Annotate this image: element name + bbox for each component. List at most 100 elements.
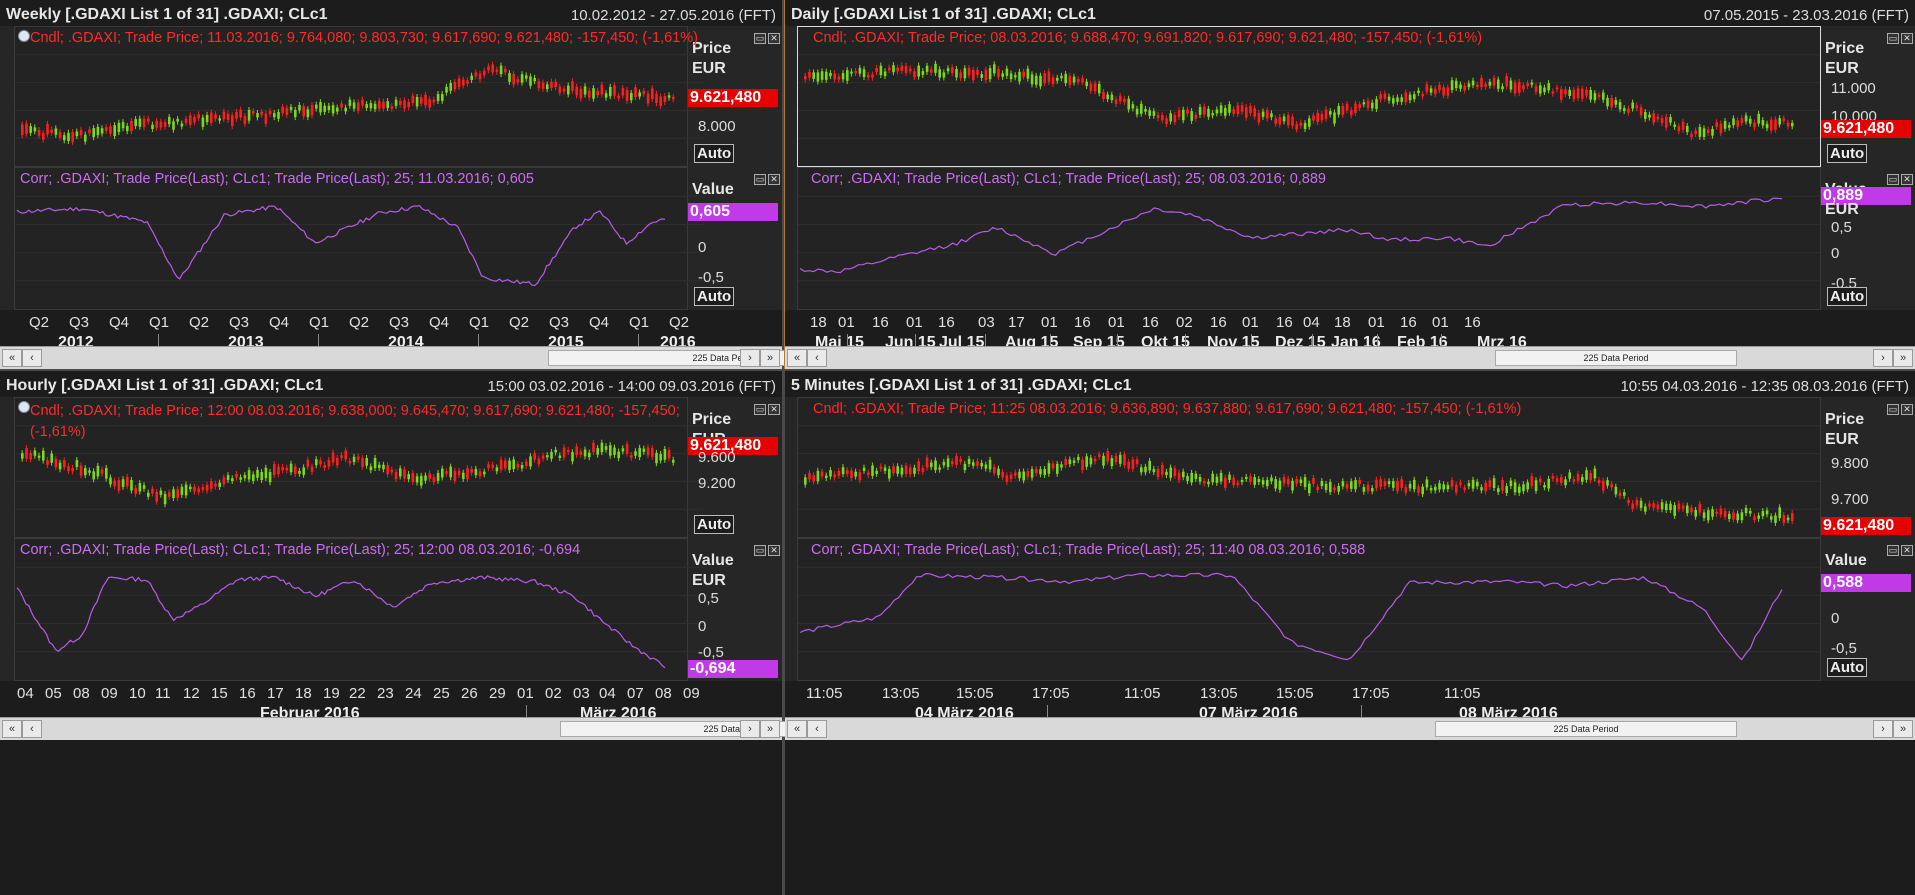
close-icon[interactable]: ✕ [768, 33, 780, 44]
value-axis[interactable]: Value 0,605 0 -0,5 Auto [688, 167, 782, 310]
horizontal-scrollbar[interactable]: « ‹ 225 Data Period › » [785, 346, 1915, 369]
axis-tick: 9.700 [1831, 491, 1869, 508]
five-minute-chart-pane[interactable]: 5 Minutes [.GDAXI List 1 of 31] .GDAXI; … [785, 371, 1915, 895]
axis-tick: 11.000 [1831, 80, 1876, 97]
value-axis[interactable]: Value 0,889 EUR 0,5 0 -0,5 Auto [1821, 167, 1915, 310]
scroll-last-button[interactable]: » [1893, 349, 1913, 367]
time-axis-tick: 18 [295, 685, 312, 702]
correlation-plot-area[interactable] [797, 538, 1821, 681]
price-subchart[interactable]: Cndl; .GDAXI; Trade Price; 08.03.2016; 9… [785, 26, 1915, 167]
close-icon[interactable]: ✕ [1901, 404, 1913, 415]
scroll-next-button[interactable]: › [740, 720, 760, 738]
scroll-last-button[interactable]: » [760, 720, 780, 738]
scroll-first-button[interactable]: « [2, 720, 22, 738]
price-plot-area[interactable] [14, 26, 703, 167]
price-subchart[interactable]: Cndl; .GDAXI; Trade Price; 11:25 08.03.2… [785, 397, 1915, 538]
scroll-prev-button[interactable]: ‹ [807, 349, 827, 367]
candle-body [84, 134, 87, 142]
value-axis[interactable]: Value EUR 0,5 0 -0,5 -0,694 [688, 538, 782, 681]
correlation-subchart[interactable]: Corr; .GDAXI; Trade Price(Last); CLc1; T… [0, 538, 782, 681]
price-subchart[interactable]: Cndl; .GDAXI; Trade Price; 11.03.2016; 9… [0, 26, 782, 167]
correlation-plot-area[interactable] [14, 538, 703, 681]
correlation-plot-area[interactable] [14, 167, 703, 310]
candle-body [1236, 105, 1240, 114]
correlation-subchart[interactable]: Corr; .GDAXI; Trade Price(Last); CLc1; T… [785, 538, 1915, 681]
properties-icon[interactable]: ▭ [1887, 33, 1899, 44]
candle-body [1681, 505, 1685, 509]
auto-scale-button[interactable]: Auto [1827, 144, 1868, 163]
scroll-first-button[interactable]: « [2, 349, 22, 367]
scroll-thumb[interactable]: 225 Data Period [1495, 350, 1737, 366]
properties-icon[interactable]: ▭ [754, 404, 766, 415]
auto-scale-button[interactable]: Auto [694, 287, 735, 306]
candle-body [1287, 115, 1290, 126]
auto-scale-button[interactable]: Auto [694, 144, 735, 163]
candle-body [100, 469, 104, 474]
weekly-chart-pane[interactable]: Weekly [.GDAXI List 1 of 31] .GDAXI; CLc… [0, 0, 902, 369]
globe-icon[interactable] [18, 401, 30, 413]
horizontal-scrollbar[interactable]: « ‹ 225 Data Period › » [0, 717, 912, 740]
candle-body [1371, 488, 1374, 492]
candle-body [222, 477, 226, 485]
candle-body [1219, 472, 1223, 482]
auto-scale-button[interactable]: Auto [694, 515, 735, 534]
price-subchart[interactable]: Cndl; .GDAXI; Trade Price; 12:00 08.03.2… [0, 397, 782, 538]
close-icon[interactable]: ✕ [1901, 33, 1913, 44]
scroll-next-button[interactable]: › [740, 349, 760, 367]
price-plot-area[interactable] [797, 397, 1821, 538]
value-axis[interactable]: Value 0,588 0 -0,5 Auto [1821, 538, 1915, 681]
candle-body [1182, 471, 1185, 478]
price-axis[interactable]: Price EUR 8.000 9.621,480 Auto [688, 26, 782, 167]
price-axis[interactable]: Price EUR 9.800 9.700 9.621,480 [1821, 397, 1915, 538]
daily-chart-pane[interactable]: Daily [.GDAXI List 1 of 31] .GDAXI; CLc1… [784, 0, 1915, 369]
properties-icon[interactable]: ▭ [1887, 174, 1899, 185]
properties-icon[interactable]: ▭ [754, 545, 766, 556]
close-icon[interactable]: ✕ [1901, 174, 1913, 185]
horizontal-scrollbar[interactable]: « ‹ 225 Data Period › » [0, 346, 902, 369]
hourly-chart-pane[interactable]: Hourly [.GDAXI List 1 of 31] .GDAXI; CLc… [0, 371, 912, 895]
properties-icon[interactable]: ▭ [1887, 404, 1899, 415]
scroll-next-button[interactable]: › [1873, 720, 1893, 738]
candle-body [1761, 120, 1765, 126]
close-icon[interactable]: ✕ [768, 545, 780, 556]
scroll-next-button[interactable]: › [1873, 349, 1893, 367]
globe-icon[interactable] [18, 30, 30, 42]
correlation-subchart[interactable]: Corr; .GDAXI; Trade Price(Last); CLc1; T… [785, 167, 1915, 310]
correlation-subchart[interactable]: Corr; .GDAXI; Trade Price(Last); CLc1; T… [0, 167, 782, 310]
candle-body [218, 482, 221, 487]
candle-body [1098, 83, 1101, 94]
close-icon[interactable]: ✕ [1901, 545, 1913, 556]
candle-body [58, 132, 62, 138]
candle-body [993, 64, 996, 74]
candle-body [1446, 484, 1450, 490]
auto-scale-button[interactable]: Auto [1827, 287, 1868, 306]
candle-body [121, 122, 125, 129]
candle-body [575, 446, 578, 455]
properties-icon[interactable]: ▭ [1887, 545, 1899, 556]
close-icon[interactable]: ✕ [768, 174, 780, 185]
properties-icon[interactable]: ▭ [754, 33, 766, 44]
candle-body [600, 84, 604, 95]
scroll-last-button[interactable]: » [760, 349, 780, 367]
candle-body [1240, 479, 1244, 483]
correlation-plot-area[interactable] [797, 167, 1821, 310]
scroll-first-button[interactable]: « [787, 349, 807, 367]
close-icon[interactable]: ✕ [768, 404, 780, 415]
time-axis-tick: 11:05 [806, 685, 843, 702]
properties-icon[interactable]: ▭ [754, 174, 766, 185]
candle-body [651, 447, 654, 457]
horizontal-scrollbar[interactable]: « ‹ 225 Data Period › » [785, 717, 1915, 740]
candle-body [25, 448, 28, 459]
scroll-thumb[interactable]: 225 Data Period [1435, 721, 1737, 737]
price-axis[interactable]: Price EUR 11.000 10.000 9.621,480 Auto [1821, 26, 1915, 167]
candle-body [1429, 487, 1433, 491]
scroll-first-button[interactable]: « [787, 720, 807, 738]
price-plot-area[interactable] [797, 26, 1821, 167]
candle-body [1618, 492, 1622, 497]
scroll-last-button[interactable]: » [1893, 720, 1913, 738]
scroll-prev-button[interactable]: ‹ [22, 720, 42, 738]
scroll-prev-button[interactable]: ‹ [807, 720, 827, 738]
price-axis[interactable]: Price EUR 9.621,480 9.600 9.200 Auto [688, 397, 782, 538]
scroll-prev-button[interactable]: ‹ [22, 349, 42, 367]
auto-scale-button[interactable]: Auto [1827, 658, 1868, 677]
